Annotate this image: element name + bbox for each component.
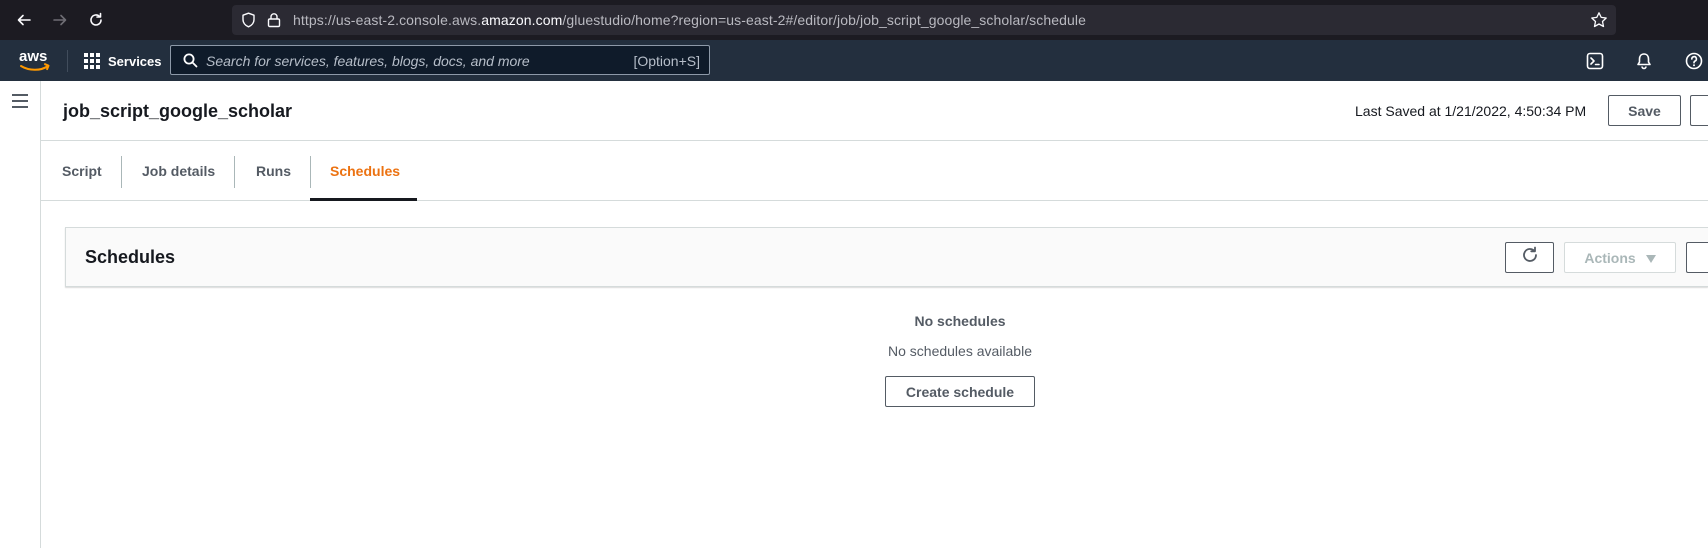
last-saved-text: Last Saved at 1/21/2022, 4:50:34 PM [1355, 103, 1587, 119]
page-title: job_script_google_scholar [63, 101, 293, 121]
search-shortcut: [Option+S] [633, 53, 700, 69]
empty-state-title: No schedules [914, 313, 1006, 329]
aws-logo[interactable]: aws [18, 48, 50, 74]
url-text: https://us-east-2.console.aws.amazon.com… [293, 12, 1086, 28]
caret-down-icon [1645, 250, 1656, 266]
actions-label: Actions [1584, 249, 1636, 266]
job-header: job_script_google_scholar Last Saved at … [41, 81, 1708, 141]
schedules-panel-header: Schedules Actions [65, 227, 1708, 287]
actions-dropdown-button[interactable]: Actions [1564, 242, 1676, 273]
tab-script[interactable]: Script [62, 141, 102, 201]
back-arrow-icon[interactable] [12, 8, 36, 32]
cloudshell-icon[interactable] [1585, 51, 1605, 71]
tab-runs[interactable]: Runs [256, 141, 291, 201]
services-label: Services [108, 53, 162, 69]
create-schedule-header-button[interactable] [1686, 242, 1708, 273]
bell-icon[interactable] [1634, 51, 1654, 71]
lock-icon[interactable] [267, 12, 281, 33]
help-icon[interactable] [1684, 51, 1704, 71]
save-button[interactable]: Save [1608, 95, 1681, 126]
divider [67, 50, 68, 72]
svg-text:aws: aws [19, 48, 47, 65]
tab-job-details[interactable]: Job details [142, 141, 215, 201]
run-button[interactable] [1690, 95, 1708, 126]
reload-icon[interactable] [84, 8, 108, 32]
search-icon [183, 53, 198, 73]
tab-divider [234, 156, 235, 188]
panel-title: Schedules [85, 247, 176, 267]
tab-divider [310, 156, 311, 188]
tab-divider [121, 156, 122, 188]
create-schedule-button[interactable]: Create schedule [885, 376, 1035, 407]
shield-icon[interactable] [241, 12, 256, 33]
refresh-button[interactable] [1505, 242, 1554, 273]
search-input[interactable]: Search for services, features, blogs, do… [170, 45, 710, 75]
services-menu-button[interactable]: Services [84, 50, 162, 72]
forward-arrow-icon[interactable] [48, 8, 72, 32]
hamburger-menu-icon[interactable] [12, 94, 28, 108]
grid-icon [84, 53, 100, 69]
search-placeholder: Search for services, features, blogs, do… [206, 53, 530, 69]
address-bar[interactable]: https://us-east-2.console.aws.amazon.com… [232, 5, 1616, 35]
tab-schedules[interactable]: Schedules [330, 141, 400, 201]
side-navigation-strip [0, 81, 41, 548]
refresh-icon [1521, 246, 1539, 269]
active-tab-indicator [310, 198, 417, 201]
job-tabs: Script Job details Runs Schedules [41, 141, 1708, 201]
browser-toolbar: https://us-east-2.console.aws.amazon.com… [0, 0, 1708, 40]
aws-top-nav: aws Services Search for services, featur… [0, 40, 1708, 81]
star-icon[interactable] [1590, 11, 1608, 34]
empty-state-subtitle: No schedules available [888, 343, 1032, 359]
